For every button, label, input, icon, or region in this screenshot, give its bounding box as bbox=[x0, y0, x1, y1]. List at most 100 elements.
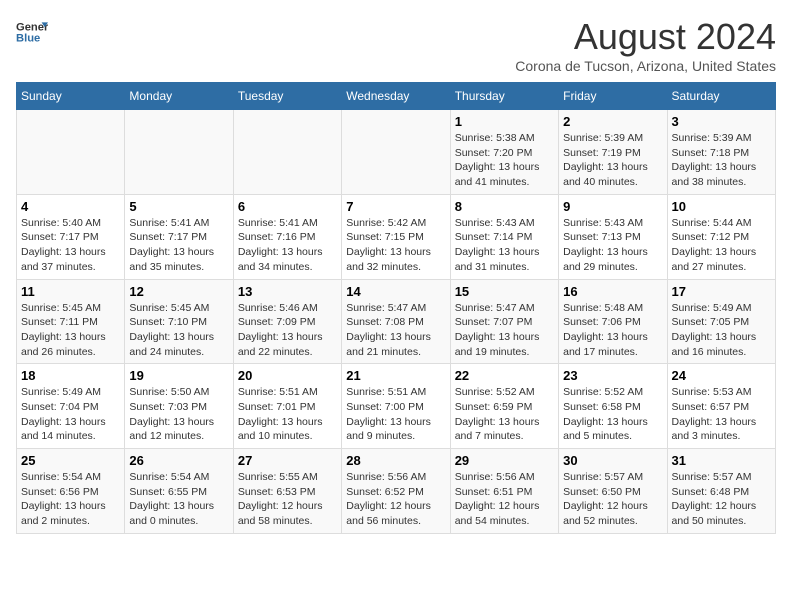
day-number: 12 bbox=[129, 284, 228, 299]
day-number: 8 bbox=[455, 199, 554, 214]
day-number: 9 bbox=[563, 199, 662, 214]
calendar-cell: 7 Sunrise: 5:42 AM Sunset: 7:15 PM Daylig… bbox=[342, 194, 450, 279]
day-info: Sunrise: 5:46 AM Sunset: 7:09 PM Dayligh… bbox=[238, 301, 337, 360]
day-info: Sunrise: 5:43 AM Sunset: 7:13 PM Dayligh… bbox=[563, 216, 662, 275]
calendar-cell: 1 Sunrise: 5:38 AM Sunset: 7:20 PM Daylig… bbox=[450, 110, 558, 195]
day-info: Sunrise: 5:45 AM Sunset: 7:10 PM Dayligh… bbox=[129, 301, 228, 360]
day-number: 20 bbox=[238, 368, 337, 383]
day-number: 24 bbox=[672, 368, 771, 383]
week-row-4: 18Sunrise: 5:49 AM Sunset: 7:04 PM Dayli… bbox=[17, 364, 776, 449]
day-number: 2 bbox=[563, 114, 662, 129]
calendar-cell bbox=[342, 110, 450, 195]
calendar-cell: 12 Sunrise: 5:45 AM Sunset: 7:10 PM Dayli… bbox=[125, 279, 233, 364]
week-row-1: 1 Sunrise: 5:38 AM Sunset: 7:20 PM Daylig… bbox=[17, 110, 776, 195]
day-number: 16 bbox=[563, 284, 662, 299]
day-info: Sunrise: 5:54 AM Sunset: 6:56 PM Dayligh… bbox=[21, 470, 120, 529]
calendar-cell: 10 Sunrise: 5:44 AM Sunset: 7:12 PM Dayli… bbox=[667, 194, 775, 279]
day-header-saturday: Saturday bbox=[667, 83, 775, 110]
day-info: Sunrise: 5:43 AM Sunset: 7:14 PM Dayligh… bbox=[455, 216, 554, 275]
calendar-cell: 22 Sunrise: 5:52 AM Sunset: 6:59 PM Dayli… bbox=[450, 364, 558, 449]
day-number: 22 bbox=[455, 368, 554, 383]
svg-text:Blue: Blue bbox=[16, 33, 40, 45]
day-info: Sunrise: 5:51 AM Sunset: 7:01 PM Dayligh… bbox=[238, 385, 337, 444]
day-info: Sunrise: 5:56 AM Sunset: 6:51 PM Dayligh… bbox=[455, 470, 554, 529]
calendar-cell bbox=[125, 110, 233, 195]
calendar-cell: 30Sunrise: 5:57 AM Sunset: 6:50 PM Dayli… bbox=[559, 449, 667, 534]
day-number: 5 bbox=[129, 199, 228, 214]
calendar-cell: 23Sunrise: 5:52 AM Sunset: 6:58 PM Dayli… bbox=[559, 364, 667, 449]
calendar-cell: 29 Sunrise: 5:56 AM Sunset: 6:51 PM Dayli… bbox=[450, 449, 558, 534]
calendar-cell: 16Sunrise: 5:48 AM Sunset: 7:06 PM Dayli… bbox=[559, 279, 667, 364]
day-number: 7 bbox=[346, 199, 445, 214]
day-number: 6 bbox=[238, 199, 337, 214]
day-info: Sunrise: 5:49 AM Sunset: 7:05 PM Dayligh… bbox=[672, 301, 771, 360]
calendar-cell: 9 Sunrise: 5:43 AM Sunset: 7:13 PM Daylig… bbox=[559, 194, 667, 279]
logo-icon: General Blue bbox=[16, 16, 48, 48]
day-info: Sunrise: 5:51 AM Sunset: 7:00 PM Dayligh… bbox=[346, 385, 445, 444]
header-row: SundayMondayTuesdayWednesdayThursdayFrid… bbox=[17, 83, 776, 110]
day-info: Sunrise: 5:52 AM Sunset: 6:59 PM Dayligh… bbox=[455, 385, 554, 444]
day-info: Sunrise: 5:39 AM Sunset: 7:18 PM Dayligh… bbox=[672, 131, 771, 190]
day-info: Sunrise: 5:41 AM Sunset: 7:16 PM Dayligh… bbox=[238, 216, 337, 275]
day-number: 17 bbox=[672, 284, 771, 299]
day-info: Sunrise: 5:38 AM Sunset: 7:20 PM Dayligh… bbox=[455, 131, 554, 190]
day-number: 30 bbox=[563, 453, 662, 468]
day-number: 11 bbox=[21, 284, 120, 299]
day-info: Sunrise: 5:40 AM Sunset: 7:17 PM Dayligh… bbox=[21, 216, 120, 275]
calendar-cell: 13Sunrise: 5:46 AM Sunset: 7:09 PM Dayli… bbox=[233, 279, 341, 364]
week-row-2: 4Sunrise: 5:40 AM Sunset: 7:17 PM Daylig… bbox=[17, 194, 776, 279]
calendar-cell: 25 Sunrise: 5:54 AM Sunset: 6:56 PM Dayli… bbox=[17, 449, 125, 534]
calendar-cell bbox=[233, 110, 341, 195]
day-info: Sunrise: 5:56 AM Sunset: 6:52 PM Dayligh… bbox=[346, 470, 445, 529]
calendar-cell: 21Sunrise: 5:51 AM Sunset: 7:00 PM Dayli… bbox=[342, 364, 450, 449]
day-info: Sunrise: 5:53 AM Sunset: 6:57 PM Dayligh… bbox=[672, 385, 771, 444]
day-header-thursday: Thursday bbox=[450, 83, 558, 110]
day-number: 27 bbox=[238, 453, 337, 468]
day-header-wednesday: Wednesday bbox=[342, 83, 450, 110]
day-info: Sunrise: 5:42 AM Sunset: 7:15 PM Dayligh… bbox=[346, 216, 445, 275]
day-info: Sunrise: 5:54 AM Sunset: 6:55 PM Dayligh… bbox=[129, 470, 228, 529]
calendar-cell: 15Sunrise: 5:47 AM Sunset: 7:07 PM Dayli… bbox=[450, 279, 558, 364]
day-number: 29 bbox=[455, 453, 554, 468]
day-header-tuesday: Tuesday bbox=[233, 83, 341, 110]
day-header-sunday: Sunday bbox=[17, 83, 125, 110]
calendar-cell: 2 Sunrise: 5:39 AM Sunset: 7:19 PM Daylig… bbox=[559, 110, 667, 195]
day-number: 14 bbox=[346, 284, 445, 299]
day-number: 25 bbox=[21, 453, 120, 468]
day-number: 31 bbox=[672, 453, 771, 468]
calendar-cell: 14 Sunrise: 5:47 AM Sunset: 7:08 PM Dayli… bbox=[342, 279, 450, 364]
day-number: 1 bbox=[455, 114, 554, 129]
month-title: August 2024 bbox=[515, 16, 776, 58]
week-row-5: 25 Sunrise: 5:54 AM Sunset: 6:56 PM Dayli… bbox=[17, 449, 776, 534]
calendar-cell: 11Sunrise: 5:45 AM Sunset: 7:11 PM Dayli… bbox=[17, 279, 125, 364]
calendar-cell: 27 Sunrise: 5:55 AM Sunset: 6:53 PM Dayli… bbox=[233, 449, 341, 534]
day-info: Sunrise: 5:55 AM Sunset: 6:53 PM Dayligh… bbox=[238, 470, 337, 529]
day-info: Sunrise: 5:41 AM Sunset: 7:17 PM Dayligh… bbox=[129, 216, 228, 275]
day-number: 10 bbox=[672, 199, 771, 214]
day-info: Sunrise: 5:47 AM Sunset: 7:07 PM Dayligh… bbox=[455, 301, 554, 360]
calendar-table: SundayMondayTuesdayWednesdayThursdayFrid… bbox=[16, 82, 776, 534]
calendar-cell: 18Sunrise: 5:49 AM Sunset: 7:04 PM Dayli… bbox=[17, 364, 125, 449]
day-number: 26 bbox=[129, 453, 228, 468]
calendar-cell: 26 Sunrise: 5:54 AM Sunset: 6:55 PM Dayli… bbox=[125, 449, 233, 534]
day-info: Sunrise: 5:47 AM Sunset: 7:08 PM Dayligh… bbox=[346, 301, 445, 360]
day-info: Sunrise: 5:44 AM Sunset: 7:12 PM Dayligh… bbox=[672, 216, 771, 275]
calendar-cell: 28 Sunrise: 5:56 AM Sunset: 6:52 PM Dayli… bbox=[342, 449, 450, 534]
day-info: Sunrise: 5:57 AM Sunset: 6:48 PM Dayligh… bbox=[672, 470, 771, 529]
day-info: Sunrise: 5:39 AM Sunset: 7:19 PM Dayligh… bbox=[563, 131, 662, 190]
logo: General Blue bbox=[16, 16, 48, 48]
day-header-monday: Monday bbox=[125, 83, 233, 110]
location: Corona de Tucson, Arizona, United States bbox=[515, 58, 776, 74]
calendar-cell: 17 Sunrise: 5:49 AM Sunset: 7:05 PM Dayli… bbox=[667, 279, 775, 364]
calendar-cell: 3 Sunrise: 5:39 AM Sunset: 7:18 PM Daylig… bbox=[667, 110, 775, 195]
day-number: 23 bbox=[563, 368, 662, 383]
day-info: Sunrise: 5:49 AM Sunset: 7:04 PM Dayligh… bbox=[21, 385, 120, 444]
week-row-3: 11Sunrise: 5:45 AM Sunset: 7:11 PM Dayli… bbox=[17, 279, 776, 364]
calendar-cell: 5 Sunrise: 5:41 AM Sunset: 7:17 PM Daylig… bbox=[125, 194, 233, 279]
day-number: 3 bbox=[672, 114, 771, 129]
calendar-cell: 24 Sunrise: 5:53 AM Sunset: 6:57 PM Dayli… bbox=[667, 364, 775, 449]
calendar-cell: 8 Sunrise: 5:43 AM Sunset: 7:14 PM Daylig… bbox=[450, 194, 558, 279]
calendar-cell bbox=[17, 110, 125, 195]
calendar-cell: 6 Sunrise: 5:41 AM Sunset: 7:16 PM Daylig… bbox=[233, 194, 341, 279]
day-number: 28 bbox=[346, 453, 445, 468]
